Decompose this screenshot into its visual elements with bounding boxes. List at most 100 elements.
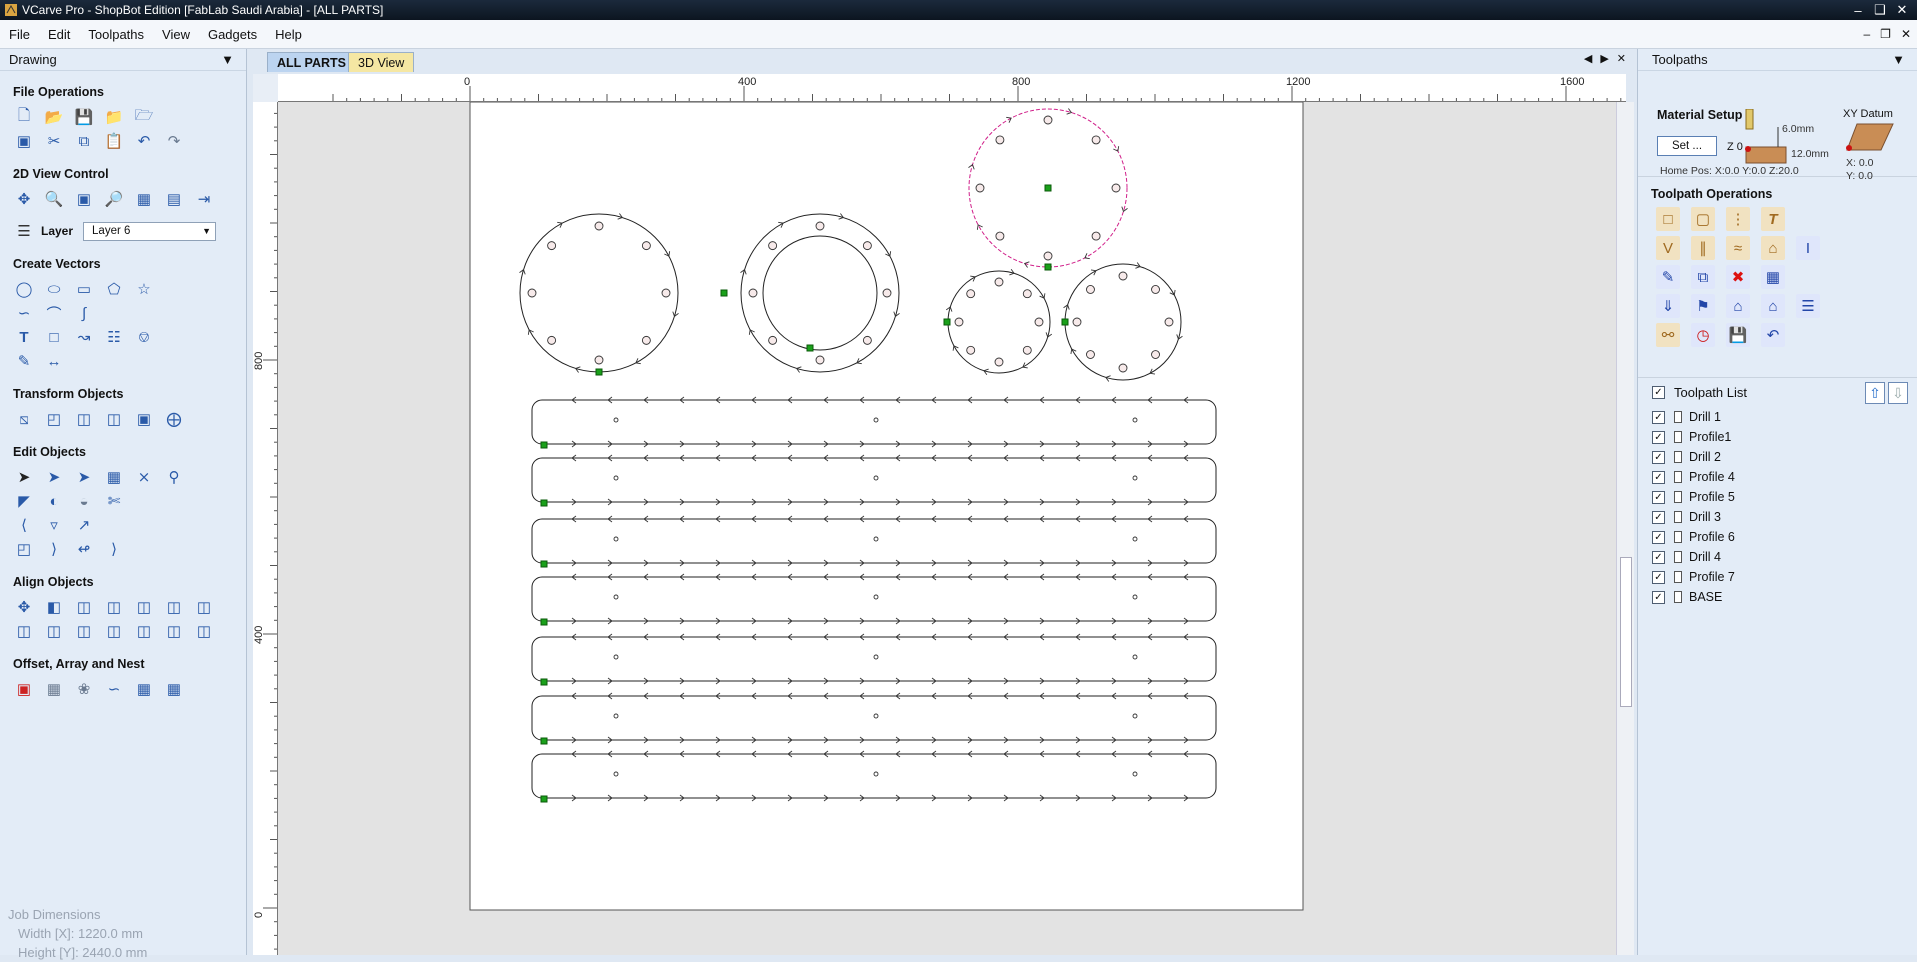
distribute-v-icon[interactable]: ◫ bbox=[73, 620, 95, 642]
drill-hole[interactable] bbox=[862, 335, 872, 345]
drill-hole[interactable] bbox=[1043, 251, 1053, 261]
stack-b-icon[interactable]: ◫ bbox=[193, 620, 215, 642]
space-v-icon[interactable]: ◫ bbox=[133, 620, 155, 642]
save-icon[interactable]: 💾 bbox=[73, 106, 95, 128]
drill-hole[interactable] bbox=[966, 289, 976, 299]
delete-toolpath-icon[interactable]: ✖ bbox=[1726, 265, 1750, 289]
start-node[interactable] bbox=[540, 499, 548, 507]
curve-fit-icon[interactable]: ⟩ bbox=[103, 538, 125, 560]
tabs-icon[interactable]: ☰ bbox=[1796, 294, 1820, 318]
drill-hole[interactable] bbox=[1086, 350, 1095, 359]
toolpath-checkbox[interactable]: ✓ bbox=[1652, 410, 1665, 424]
layer-select[interactable]: Layer 6 ▼ bbox=[83, 221, 217, 241]
polyline-icon[interactable]: ∽ bbox=[13, 302, 35, 324]
start-node[interactable] bbox=[943, 318, 951, 326]
drill-hole[interactable] bbox=[1118, 363, 1128, 373]
toolpath-list-checkbox[interactable]: ✓ bbox=[1652, 386, 1665, 399]
circular-array-icon[interactable]: ❀ bbox=[73, 678, 95, 700]
stack-icon[interactable]: ◫ bbox=[163, 620, 185, 642]
xy-datum-icon[interactable] bbox=[1845, 122, 1895, 154]
undo-icon[interactable]: ↶ bbox=[133, 130, 155, 152]
pan-icon[interactable]: ✥ bbox=[13, 188, 35, 210]
zoom-box-icon[interactable]: 🔍 bbox=[43, 188, 65, 210]
switch-view-icon[interactable]: ⇥ bbox=[193, 188, 215, 210]
weld-icon[interactable]: ⚲ bbox=[163, 466, 185, 488]
distort-icon[interactable]: ▣ bbox=[133, 408, 155, 430]
auto-layout-text-icon[interactable]: ☷ bbox=[103, 326, 125, 348]
drill-hole[interactable] bbox=[1086, 285, 1095, 294]
align-right-icon[interactable]: ◫ bbox=[133, 596, 155, 618]
open-file-icon[interactable]: 📂 bbox=[43, 106, 65, 128]
drill-hole[interactable] bbox=[748, 288, 758, 298]
template-save-icon[interactable]: ⌂ bbox=[1761, 294, 1785, 318]
vcarve-toolpath-icon[interactable]: V bbox=[1656, 236, 1680, 260]
zoom-selected-icon[interactable]: 🔎 bbox=[103, 188, 125, 210]
texture-toolpath-icon[interactable]: ≈ bbox=[1726, 236, 1750, 260]
profile-toolpath-icon[interactable]: □ bbox=[1656, 207, 1680, 231]
new-file-icon[interactable]: 🗋 bbox=[13, 106, 35, 128]
drill-hole[interactable] bbox=[768, 241, 778, 251]
drawing-canvas[interactable] bbox=[278, 102, 1616, 955]
toolpath-checkbox[interactable]: ✓ bbox=[1652, 510, 1665, 524]
align-left-icon[interactable]: ◫ bbox=[103, 596, 125, 618]
toolpath-item[interactable]: ✓ Profile 5 bbox=[1638, 487, 1917, 507]
drill-hole[interactable] bbox=[641, 241, 651, 251]
group-icon[interactable]: ▦ bbox=[103, 466, 125, 488]
toggle-view-icon[interactable]: ▤ bbox=[163, 188, 185, 210]
curve-icon[interactable]: ∫ bbox=[73, 302, 95, 324]
align-bottom-icon[interactable]: ◫ bbox=[193, 596, 215, 618]
toolpath-item[interactable]: ✓ Profile1 bbox=[1638, 427, 1917, 447]
tool-database-icon[interactable]: ⚑ bbox=[1691, 294, 1715, 318]
select-icon[interactable]: ➤ bbox=[13, 466, 35, 488]
layers-icon[interactable]: ☰ bbox=[13, 220, 35, 242]
doc-close-icon[interactable]: ✕ bbox=[1901, 27, 1911, 41]
drill-hole[interactable] bbox=[994, 357, 1004, 367]
move-up-icon[interactable]: ⇧ bbox=[1865, 382, 1885, 404]
start-node[interactable] bbox=[720, 289, 728, 297]
polygon-icon[interactable]: ⬠ bbox=[103, 278, 125, 300]
align-top-icon[interactable]: ◫ bbox=[163, 596, 185, 618]
pocket-toolpath-icon[interactable]: ▢ bbox=[1691, 207, 1715, 231]
pin-icon[interactable]: ▼ bbox=[221, 52, 234, 67]
start-node[interactable] bbox=[806, 344, 814, 352]
align-center-v-icon[interactable]: ◫ bbox=[73, 596, 95, 618]
extend-icon[interactable]: ↗ bbox=[73, 514, 95, 536]
time-estimate-icon[interactable]: ◷ bbox=[1691, 323, 1715, 347]
export-toolpath-icon[interactable]: ↶ bbox=[1761, 323, 1785, 347]
toolpath-checkbox[interactable]: ✓ bbox=[1652, 530, 1665, 544]
drill-hole[interactable] bbox=[1091, 135, 1101, 145]
drill-hole[interactable] bbox=[527, 288, 537, 298]
import-bitmap-icon[interactable]: 🗁 bbox=[133, 106, 155, 128]
trim-icon[interactable]: ✄ bbox=[103, 490, 125, 512]
array-icon[interactable]: ▦ bbox=[43, 678, 65, 700]
drill-hole[interactable] bbox=[966, 345, 976, 355]
text-on-curve-icon[interactable]: ↝ bbox=[73, 326, 95, 348]
toolpath-checkbox[interactable]: ✓ bbox=[1652, 490, 1665, 504]
distribute-h-icon[interactable]: ◫ bbox=[43, 620, 65, 642]
drill-hole[interactable] bbox=[1022, 345, 1032, 355]
inlay-toolpath-icon[interactable]: I bbox=[1796, 236, 1820, 260]
quick-engrave-icon[interactable]: T bbox=[1761, 207, 1785, 231]
space-h-icon[interactable]: ◫ bbox=[103, 620, 125, 642]
ungroup-icon[interactable]: ⨯ bbox=[133, 466, 155, 488]
drill-hole[interactable] bbox=[594, 221, 604, 231]
ellipse-icon[interactable]: ⬭ bbox=[43, 278, 65, 300]
drill-hole[interactable] bbox=[547, 241, 557, 251]
toolpath-item[interactable]: ✓ Drill 2 bbox=[1638, 447, 1917, 467]
mirror-icon[interactable]: ◫ bbox=[103, 408, 125, 430]
copy-along-icon[interactable]: ∽ bbox=[103, 678, 125, 700]
menu-edit[interactable]: Edit bbox=[39, 27, 79, 42]
drill-hole[interactable] bbox=[995, 231, 1005, 241]
center-icon[interactable]: ⨁ bbox=[163, 408, 185, 430]
drill-hole[interactable] bbox=[954, 317, 964, 327]
tab-prev-icon[interactable]: ◀ bbox=[1584, 52, 1592, 65]
drill-hole[interactable] bbox=[1151, 285, 1160, 294]
drill-hole[interactable] bbox=[1043, 115, 1053, 125]
text-arc-icon[interactable]: ⎊ bbox=[133, 326, 155, 348]
vertical-scrollbar[interactable] bbox=[1616, 102, 1634, 955]
save-toolpath-icon[interactable]: 💾 bbox=[1726, 323, 1750, 347]
preview-toolpath-icon[interactable]: ⚯ bbox=[1656, 323, 1680, 347]
start-node[interactable] bbox=[1061, 318, 1069, 326]
drill-hole[interactable] bbox=[1151, 350, 1160, 359]
doc-minimize-icon[interactable]: – bbox=[1863, 27, 1870, 41]
